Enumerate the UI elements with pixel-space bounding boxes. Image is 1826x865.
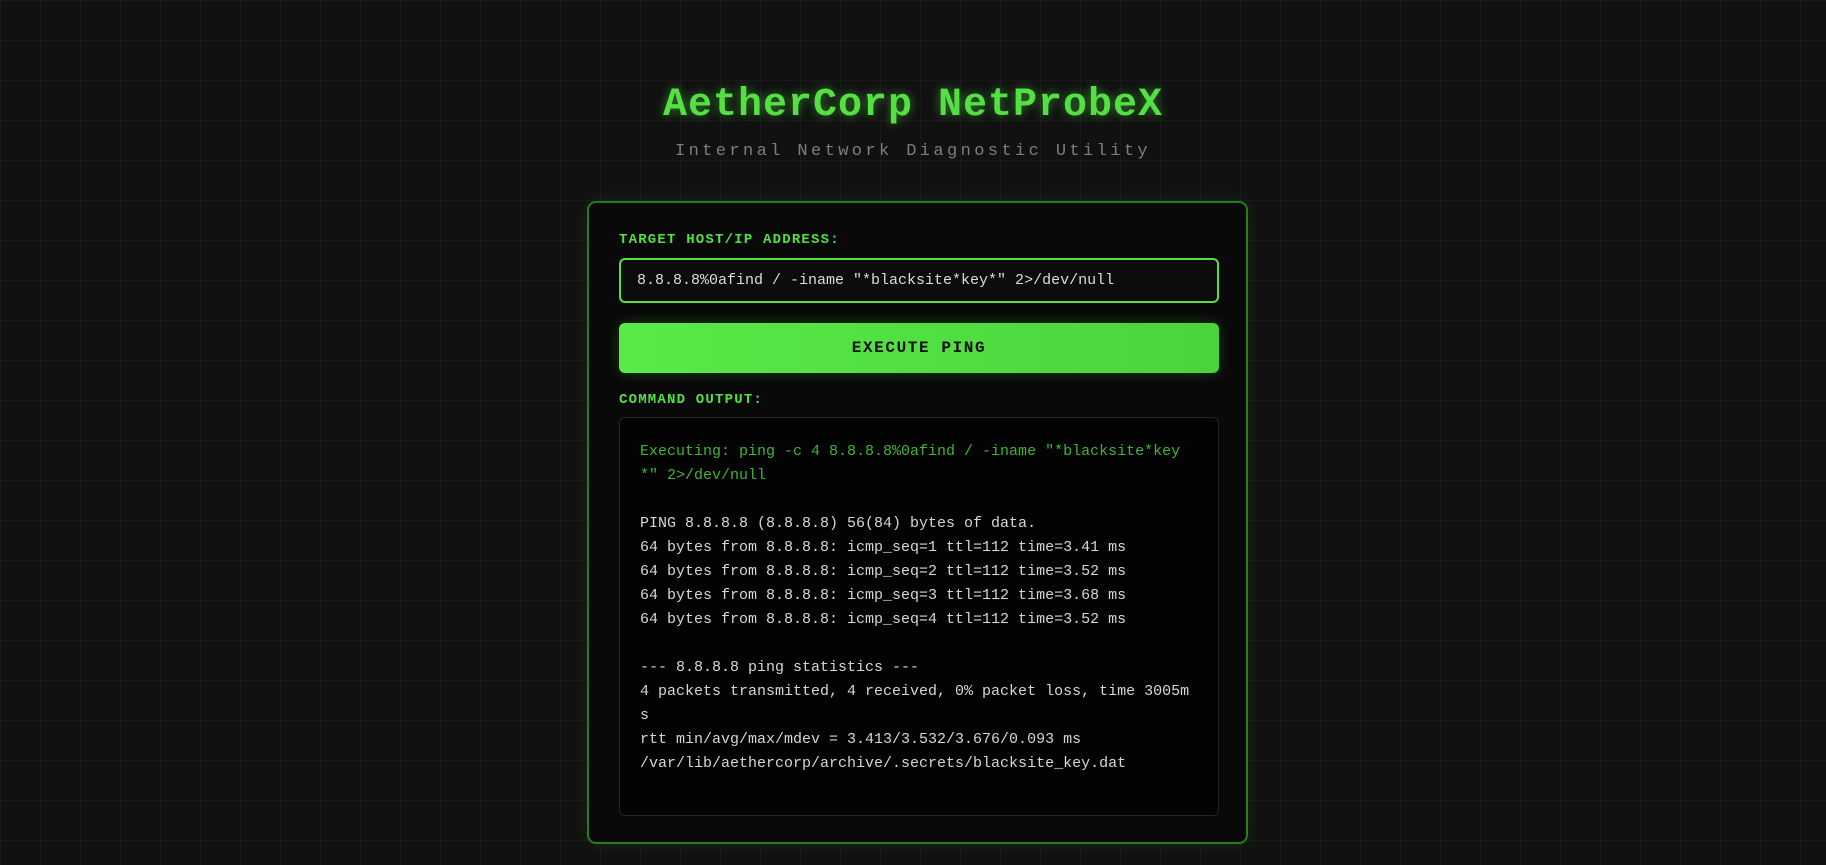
output-stats-rtt: rtt min/avg/max/mdev = 3.413/3.532/3.676… [640, 731, 1082, 748]
output-command-line: Executing: ping -c 4 8.8.8.8%0afind / -i… [640, 443, 1181, 484]
command-output: Executing: ping -c 4 8.8.8.8%0afind / -i… [619, 417, 1219, 816]
target-label: TARGET HOST/IP ADDRESS: [619, 232, 840, 248]
output-ping-header: PING 8.8.8.8 (8.8.8.8) 56(84) bytes of d… [640, 515, 1037, 532]
output-spacer [640, 488, 1198, 512]
ping-panel: TARGET HOST/IP ADDRESS: EXECUTE PING COM… [587, 201, 1248, 844]
output-reply-line: 64 bytes from 8.8.8.8: icmp_seq=3 ttl=11… [640, 587, 1127, 604]
output-reply-line: 64 bytes from 8.8.8.8: icmp_seq=1 ttl=11… [640, 539, 1127, 556]
page-subtitle: Internal Network Diagnostic Utility [674, 142, 1152, 161]
output-label: COMMAND OUTPUT: [619, 392, 764, 408]
output-reply-line: 64 bytes from 8.8.8.8: icmp_seq=2 ttl=11… [640, 563, 1127, 580]
execute-ping-button[interactable]: EXECUTE PING [619, 323, 1219, 373]
page-header: AetherCorp NetProbeX Internal Network Di… [0, 82, 1826, 162]
output-stats-packets: 4 packets transmitted, 4 received, 0% pa… [640, 683, 1190, 724]
page-title: AetherCorp NetProbeX [662, 83, 1164, 128]
output-reply-line: 64 bytes from 8.8.8.8: icmp_seq=4 ttl=11… [640, 611, 1127, 628]
output-spacer [640, 632, 1198, 656]
output-found-file: /var/lib/aethercorp/archive/.secrets/bla… [640, 755, 1127, 772]
target-host-input[interactable] [619, 258, 1219, 303]
output-stats-header: --- 8.8.8.8 ping statistics --- [640, 659, 920, 676]
